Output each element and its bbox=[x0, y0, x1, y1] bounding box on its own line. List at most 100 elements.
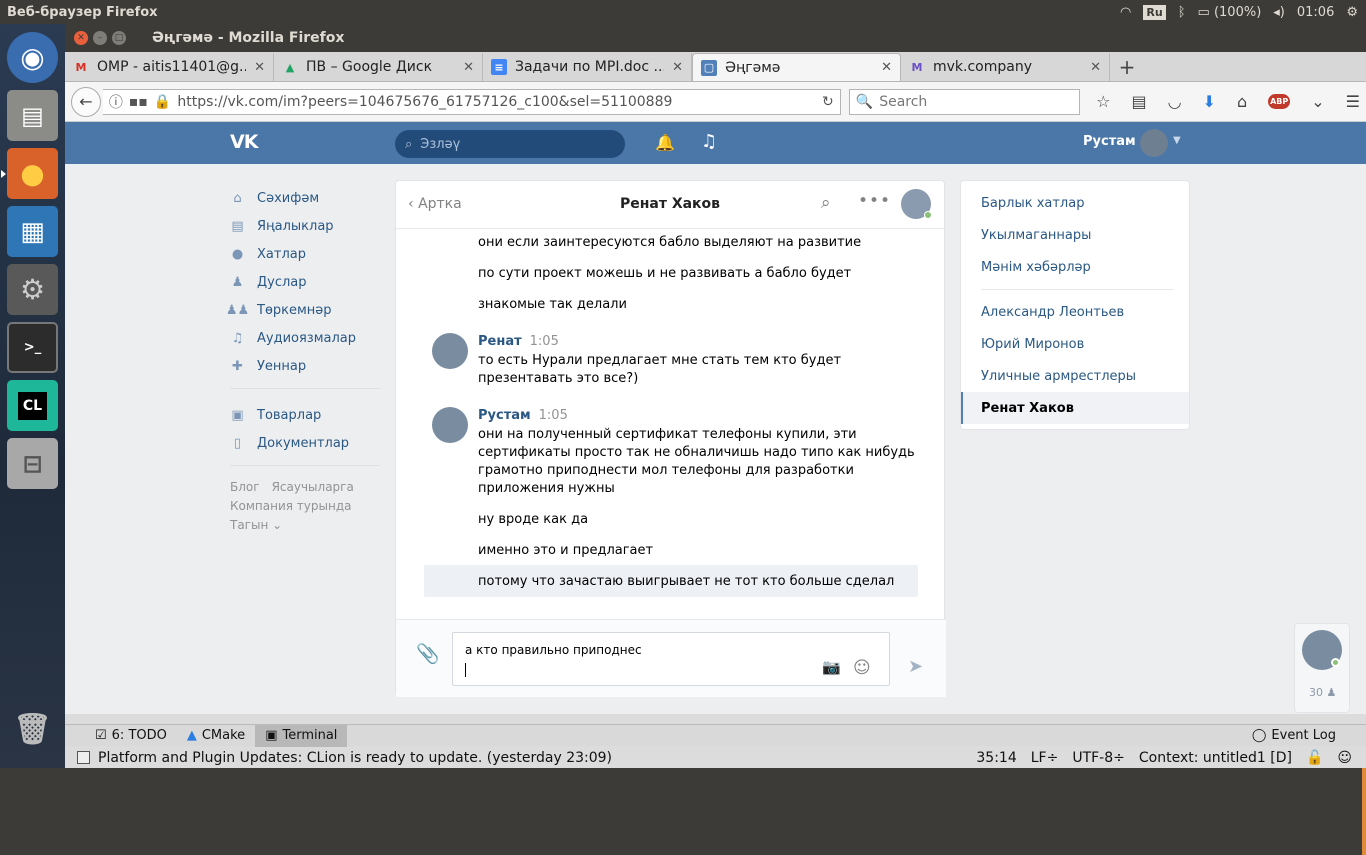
footer-link-developers[interactable]: Ясаучыларга bbox=[272, 480, 354, 494]
chevron-down-icon[interactable]: ⌄ bbox=[1311, 92, 1324, 111]
context-indicator[interactable]: Context: untitled1 [D] bbox=[1139, 750, 1292, 766]
menu-item-messages[interactable]: ● Хатлар bbox=[230, 240, 380, 268]
window-minimize-button[interactable]: – bbox=[93, 31, 107, 45]
caret-down-icon[interactable]: ▼ bbox=[1173, 135, 1181, 146]
dialog-item[interactable]: Уличные армрестлеры bbox=[961, 360, 1189, 392]
dialog-item[interactable]: Юрий Миронов bbox=[961, 328, 1189, 360]
settings-launcher-icon[interactable]: ⚙ bbox=[7, 264, 58, 315]
search-icon[interactable]: ⌕ bbox=[821, 193, 831, 213]
lock-icon[interactable]: 🔒 bbox=[154, 94, 171, 110]
reading-list-icon[interactable]: ▤ bbox=[1131, 92, 1146, 111]
firefox-launcher-icon[interactable]: ● bbox=[1, 148, 58, 199]
fast-chat-widget[interactable]: 30 ♟ bbox=[1294, 623, 1350, 713]
footer-link-about[interactable]: Компания турында bbox=[230, 499, 351, 513]
ide-status-bar: Platform and Plugin Updates: CLion is re… bbox=[65, 747, 1366, 768]
cursor-position[interactable]: 35:14 bbox=[976, 750, 1016, 766]
filter-important[interactable]: Мәнім хәбәрләр bbox=[961, 251, 1189, 283]
permissions-icon[interactable]: ▪▪ bbox=[129, 94, 148, 110]
vk-logo[interactable]: VK bbox=[230, 131, 258, 153]
music-note-icon[interactable]: ♫ bbox=[701, 131, 717, 152]
menu-item-friends[interactable]: ♟ Дуслар bbox=[230, 268, 380, 296]
adblock-icon[interactable]: ABP bbox=[1268, 94, 1291, 109]
keyboard-layout-indicator[interactable]: Ru bbox=[1143, 4, 1166, 20]
volume-icon[interactable]: ◂) bbox=[1273, 5, 1285, 20]
status-message[interactable]: Platform and Plugin Updates: CLion is re… bbox=[98, 750, 612, 766]
downloads-icon[interactable]: ⬇ bbox=[1203, 92, 1216, 111]
url-text[interactable]: https://vk.com/im?peers=104675676_617571… bbox=[177, 94, 816, 110]
menu-item-market[interactable]: ▣ Товарлар bbox=[230, 401, 380, 429]
hamburger-menu-icon[interactable]: ☰ bbox=[1346, 92, 1360, 111]
status-square-icon[interactable] bbox=[77, 751, 90, 764]
tab-google-docs[interactable]: ≡ Задачи по MPI.doc ... ✕ bbox=[483, 53, 692, 81]
battery-indicator[interactable]: ▭ (100%) bbox=[1198, 5, 1262, 20]
tab-close-icon[interactable]: ✕ bbox=[881, 60, 892, 75]
menu-item-groups[interactable]: ♟♟ Төркемнәр bbox=[226, 296, 380, 324]
inspector-icon[interactable]: ☺ bbox=[1337, 750, 1352, 766]
vk-search-input[interactable]: ⌕ Эзләү bbox=[395, 130, 625, 158]
notifications-bell-icon[interactable]: 🔔 bbox=[655, 133, 675, 152]
terminal-tool-button[interactable]: ▣ Terminal bbox=[255, 724, 348, 747]
menu-item-news[interactable]: ▤ Яңалыклар bbox=[230, 212, 380, 240]
bluetooth-icon[interactable]: ᛒ bbox=[1178, 5, 1186, 20]
info-icon[interactable]: ⓘ bbox=[109, 92, 123, 112]
todo-tool-button[interactable]: ☑ 6: TODO bbox=[65, 725, 177, 747]
lock-icon[interactable]: 🔓 bbox=[1306, 750, 1323, 766]
menu-item-documents[interactable]: ▯ Документлар bbox=[230, 429, 380, 457]
camera-icon[interactable]: 📷 bbox=[822, 658, 841, 676]
bookmark-star-icon[interactable]: ☆ bbox=[1096, 92, 1110, 111]
tab-close-icon[interactable]: ✕ bbox=[254, 60, 265, 75]
files-launcher-icon[interactable]: ▤ bbox=[7, 90, 58, 141]
new-tab-button[interactable]: + bbox=[1110, 53, 1144, 81]
trash-launcher-icon[interactable]: 🗑 bbox=[7, 704, 58, 755]
tab-close-icon[interactable]: ✕ bbox=[672, 60, 683, 75]
window-maximize-button[interactable]: □ bbox=[112, 31, 126, 45]
dialog-item-selected[interactable]: Ренат Хаков bbox=[961, 392, 1189, 424]
wifi-icon[interactable]: ◠ bbox=[1120, 5, 1131, 20]
ubuntu-dash-button[interactable]: ◉ bbox=[7, 32, 58, 83]
url-bar[interactable]: ⓘ ▪▪ 🔒 https://vk.com/im?peers=104675676… bbox=[102, 88, 841, 115]
filter-unread[interactable]: Укылмаганнары bbox=[961, 219, 1189, 251]
tab-gmail[interactable]: M OMP - aitis11401@g... ✕ bbox=[65, 53, 274, 81]
author-name[interactable]: Ренат bbox=[478, 334, 522, 349]
emoji-icon[interactable]: ☺ bbox=[853, 658, 871, 678]
more-actions-icon[interactable]: ••• bbox=[858, 191, 891, 211]
disk-launcher-icon[interactable]: ⊟ bbox=[7, 438, 58, 489]
dialog-item[interactable]: Александр Леонтьев bbox=[961, 296, 1189, 328]
footer-link-more[interactable]: Тагын ⌄ bbox=[230, 518, 282, 532]
menu-label: Аудиоязмалар bbox=[257, 330, 357, 346]
vk-user-name[interactable]: Рустам bbox=[1083, 134, 1136, 149]
footer-link-blog[interactable]: Блог bbox=[230, 480, 260, 494]
vk-user-avatar[interactable] bbox=[1140, 129, 1168, 157]
tab-vk-messages[interactable]: ▢ Әңгәмә ✕ bbox=[692, 53, 901, 81]
line-separator[interactable]: LF÷ bbox=[1031, 750, 1059, 766]
google-docs-icon: ≡ bbox=[491, 59, 507, 75]
search-bar[interactable]: 🔍 Search bbox=[848, 88, 1081, 115]
writer-launcher-icon[interactable]: ▦ bbox=[7, 206, 58, 257]
tab-mvk-company[interactable]: M mvk.company ✕ bbox=[901, 53, 1110, 81]
menu-item-audio[interactable]: ♫ Аудиоязмалар bbox=[230, 324, 380, 352]
file-encoding[interactable]: UTF-8÷ bbox=[1072, 750, 1125, 766]
window-close-button[interactable]: ✕ bbox=[74, 31, 88, 45]
paperclip-icon[interactable]: 📎 bbox=[416, 642, 440, 665]
home-icon[interactable]: ⌂ bbox=[1237, 92, 1247, 111]
event-log-button[interactable]: ◯ Event Log bbox=[1252, 728, 1366, 743]
send-arrow-icon[interactable]: ➤ bbox=[908, 656, 923, 677]
tab-close-icon[interactable]: ✕ bbox=[463, 60, 474, 75]
menu-item-my-page[interactable]: ⌂ Сәхифәм bbox=[230, 184, 380, 212]
back-button[interactable]: ← bbox=[71, 86, 101, 117]
tab-google-drive[interactable]: ▲ ПВ – Google Диск ✕ bbox=[274, 53, 483, 81]
filter-all-messages[interactable]: Барлык хатлар bbox=[961, 187, 1189, 219]
reload-icon[interactable]: ↻ bbox=[822, 94, 834, 110]
sender-avatar[interactable] bbox=[432, 333, 468, 369]
tab-close-icon[interactable]: ✕ bbox=[1090, 60, 1101, 75]
settings-gear-icon[interactable]: ⚙ bbox=[1346, 5, 1358, 20]
terminal-launcher-icon[interactable]: >_ bbox=[7, 322, 58, 373]
cmake-tool-button[interactable]: ▲ CMake bbox=[177, 725, 255, 747]
pocket-icon[interactable]: ◡ bbox=[1168, 92, 1182, 111]
clock[interactable]: 01:06 bbox=[1297, 5, 1334, 20]
menu-item-games[interactable]: ✚ Уеннар bbox=[230, 352, 380, 380]
message-history[interactable]: они если заинтересуются бабло выделяют н… bbox=[396, 229, 946, 619]
author-name[interactable]: Рустам bbox=[478, 408, 531, 423]
clion-launcher-icon[interactable]: CL bbox=[7, 380, 58, 431]
sender-avatar[interactable] bbox=[432, 407, 468, 443]
